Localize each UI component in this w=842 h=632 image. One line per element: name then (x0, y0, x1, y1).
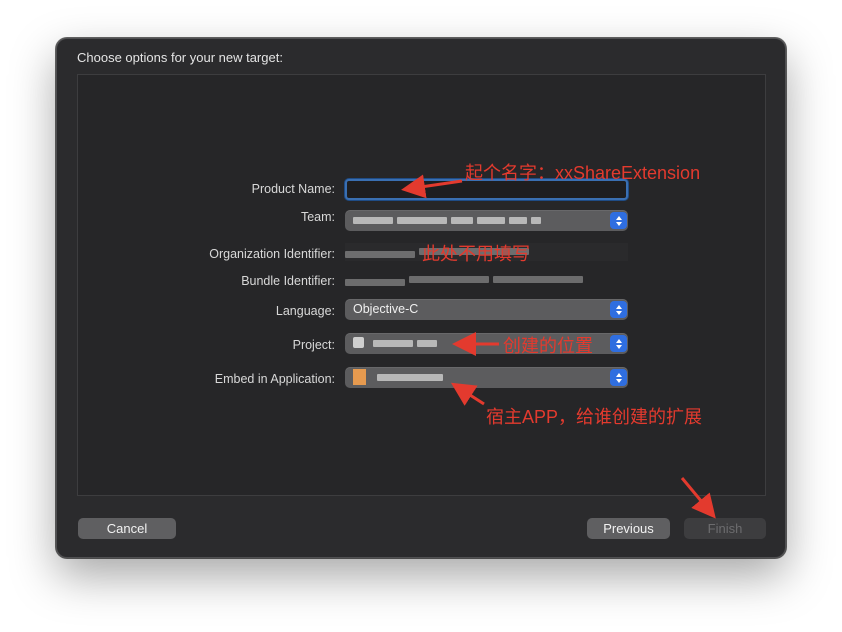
annotation-project: 创建的位置 (503, 336, 593, 356)
product-name-label: Product Name: (251, 182, 335, 196)
team-value-redacted (353, 213, 545, 227)
project-file-icon (353, 337, 364, 349)
previous-button[interactable]: Previous (587, 518, 670, 539)
team-popup[interactable] (345, 210, 628, 231)
bundle-identifier-value-redacted (345, 271, 628, 289)
finish-button[interactable]: Finish (684, 518, 766, 539)
new-target-dialog: Choose options for your new target: Prod… (56, 38, 786, 558)
team-chevron-icon (610, 212, 627, 229)
embed-in-application-label: Embed in Application: (214, 372, 335, 386)
language-label: Language: (275, 304, 335, 318)
language-value: Objective-C (353, 302, 419, 316)
team-label: Team: (300, 210, 335, 224)
app-icon (353, 368, 366, 385)
embed-value-redacted (377, 370, 447, 384)
project-label: Project: (292, 338, 335, 352)
cancel-button[interactable]: Cancel (78, 518, 176, 539)
annotation-org-id: 此处不用填写 (422, 244, 530, 264)
organization-identifier-label: Organization Identifier: (209, 247, 335, 261)
embed-in-application-popup[interactable] (345, 367, 628, 388)
annotation-embed: 宿主APP，给谁创建的扩展 (486, 407, 703, 427)
bundle-identifier-label: Bundle Identifier: (241, 274, 335, 288)
project-value-redacted (373, 336, 441, 350)
language-chevron-icon (610, 301, 627, 318)
dialog-title: Choose options for your new target: (77, 50, 283, 65)
annotation-product-name: 起个名字：xxShareExtension (465, 163, 701, 183)
embed-chevron-icon (610, 369, 627, 386)
options-panel: Product Name: Team: Organization Identif… (77, 74, 766, 496)
language-popup[interactable]: Objective-C (345, 299, 628, 320)
project-chevron-icon (610, 335, 627, 352)
